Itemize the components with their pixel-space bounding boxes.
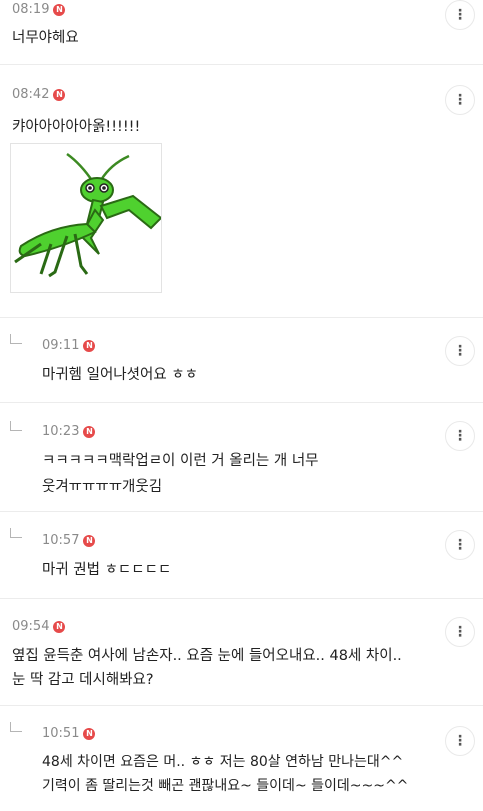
comment-meta: 08:42 N: [12, 87, 66, 102]
comment-time: 10:51: [42, 726, 80, 741]
new-badge: N: [83, 425, 96, 438]
reply-arrow-icon: [10, 528, 22, 538]
reply-item: 09:11 N 마귀헴 일어나셧어요 ㅎㅎ ⋮: [0, 318, 483, 402]
comment-time: 10:23: [42, 424, 80, 439]
more-vertical-icon: ⋮: [453, 537, 467, 553]
reply-item: 10:57 N 마귀 권법 ㅎㄷㄷㄷㄷ ⋮: [0, 512, 483, 598]
comment-item: 08:42 N 캬아아아아아옭!!!!!! ⋮: [0, 65, 483, 317]
more-vertical-icon: ⋮: [453, 428, 467, 444]
reply-arrow-icon: [10, 722, 22, 732]
comment-image[interactable]: [10, 143, 162, 293]
reply-item: 10:51 N 48세 차이면 요즘은 머.. ㅎㅎ 저는 80살 연하남 만나…: [0, 706, 483, 811]
new-badge: N: [83, 534, 96, 547]
comment-meta: 09:11 N: [42, 338, 96, 353]
comment-item: 08:19 N 너무야헤요 ⋮: [0, 0, 483, 64]
comment-meta: 10:57 N: [42, 533, 96, 548]
comment-text: 마귀 권법 ㅎㄷㄷㄷㄷ: [42, 562, 172, 578]
reply-arrow-icon: [10, 421, 22, 431]
comment-time: 08:42: [12, 87, 50, 102]
comment-time: 09:11: [42, 338, 80, 353]
comment-meta: 10:51 N: [42, 726, 96, 741]
comment-meta: 10:23 N: [42, 424, 96, 439]
comment-text: 마귀헴 일어나셧어요 ㅎㅎ: [42, 367, 198, 383]
more-vertical-icon: ⋮: [453, 624, 467, 640]
more-vertical-icon: ⋮: [453, 343, 467, 359]
new-badge: N: [53, 620, 66, 633]
more-options-button[interactable]: ⋮: [445, 726, 475, 756]
more-options-button[interactable]: ⋮: [445, 336, 475, 366]
comment-text: 너무야헤요: [12, 30, 79, 46]
more-options-button[interactable]: ⋮: [445, 421, 475, 451]
more-options-button[interactable]: ⋮: [445, 0, 475, 30]
reply-item: 10:23 N ㅋㅋㅋㅋㅋ맥락업ㄹ이 이런 거 올리는 개 너무 웃겨ㅠㅠㅠㅠ개…: [0, 403, 483, 511]
comment-time: 10:57: [42, 533, 80, 548]
comment-text: 캬아아아아아옭!!!!!!: [12, 119, 141, 135]
comment-time: 08:19: [12, 2, 50, 17]
more-options-button[interactable]: ⋮: [445, 530, 475, 560]
comment-text-line: 48세 차이면 요즘은 머.. ㅎㅎ 저는 80살 연하남 만나는대^^: [42, 754, 404, 770]
comment-item: 09:54 N 옆집 윤득춘 여사에 남손자.. 요즘 눈에 들어오내요.. 4…: [0, 599, 483, 705]
comment-meta: 08:19 N: [12, 2, 66, 17]
more-vertical-icon: ⋮: [453, 733, 467, 749]
comment-text-line: 옆집 윤득춘 여사에 남손자.. 요즘 눈에 들어오내요.. 48세 차이..: [12, 648, 402, 664]
comment-text-line: ㅋㅋㅋㅋㅋ맥락업ㄹ이 이런 거 올리는 개 너무: [42, 453, 319, 469]
reply-arrow-icon: [10, 334, 22, 344]
new-badge: N: [53, 3, 66, 16]
comment-text-line: 웃겨ㅠㅠㅠㅠ개웃김: [42, 479, 163, 495]
more-options-button[interactable]: ⋮: [445, 85, 475, 115]
mantis-icon: [14, 152, 161, 278]
new-badge: N: [83, 727, 96, 740]
more-vertical-icon: ⋮: [453, 92, 467, 108]
new-badge: N: [53, 88, 66, 101]
comment-meta: 09:54 N: [12, 619, 66, 634]
comment-text-line: 눈 딱 감고 데시해봐요?: [12, 672, 154, 688]
more-vertical-icon: ⋮: [453, 7, 467, 23]
more-options-button[interactable]: ⋮: [445, 617, 475, 647]
comment-time: 09:54: [12, 619, 50, 634]
new-badge: N: [83, 339, 96, 352]
comment-text-line: 기력이 좀 딸리는것 빼곤 괜팒내요~ 들이데~ 들이데~~~^^: [42, 778, 409, 794]
